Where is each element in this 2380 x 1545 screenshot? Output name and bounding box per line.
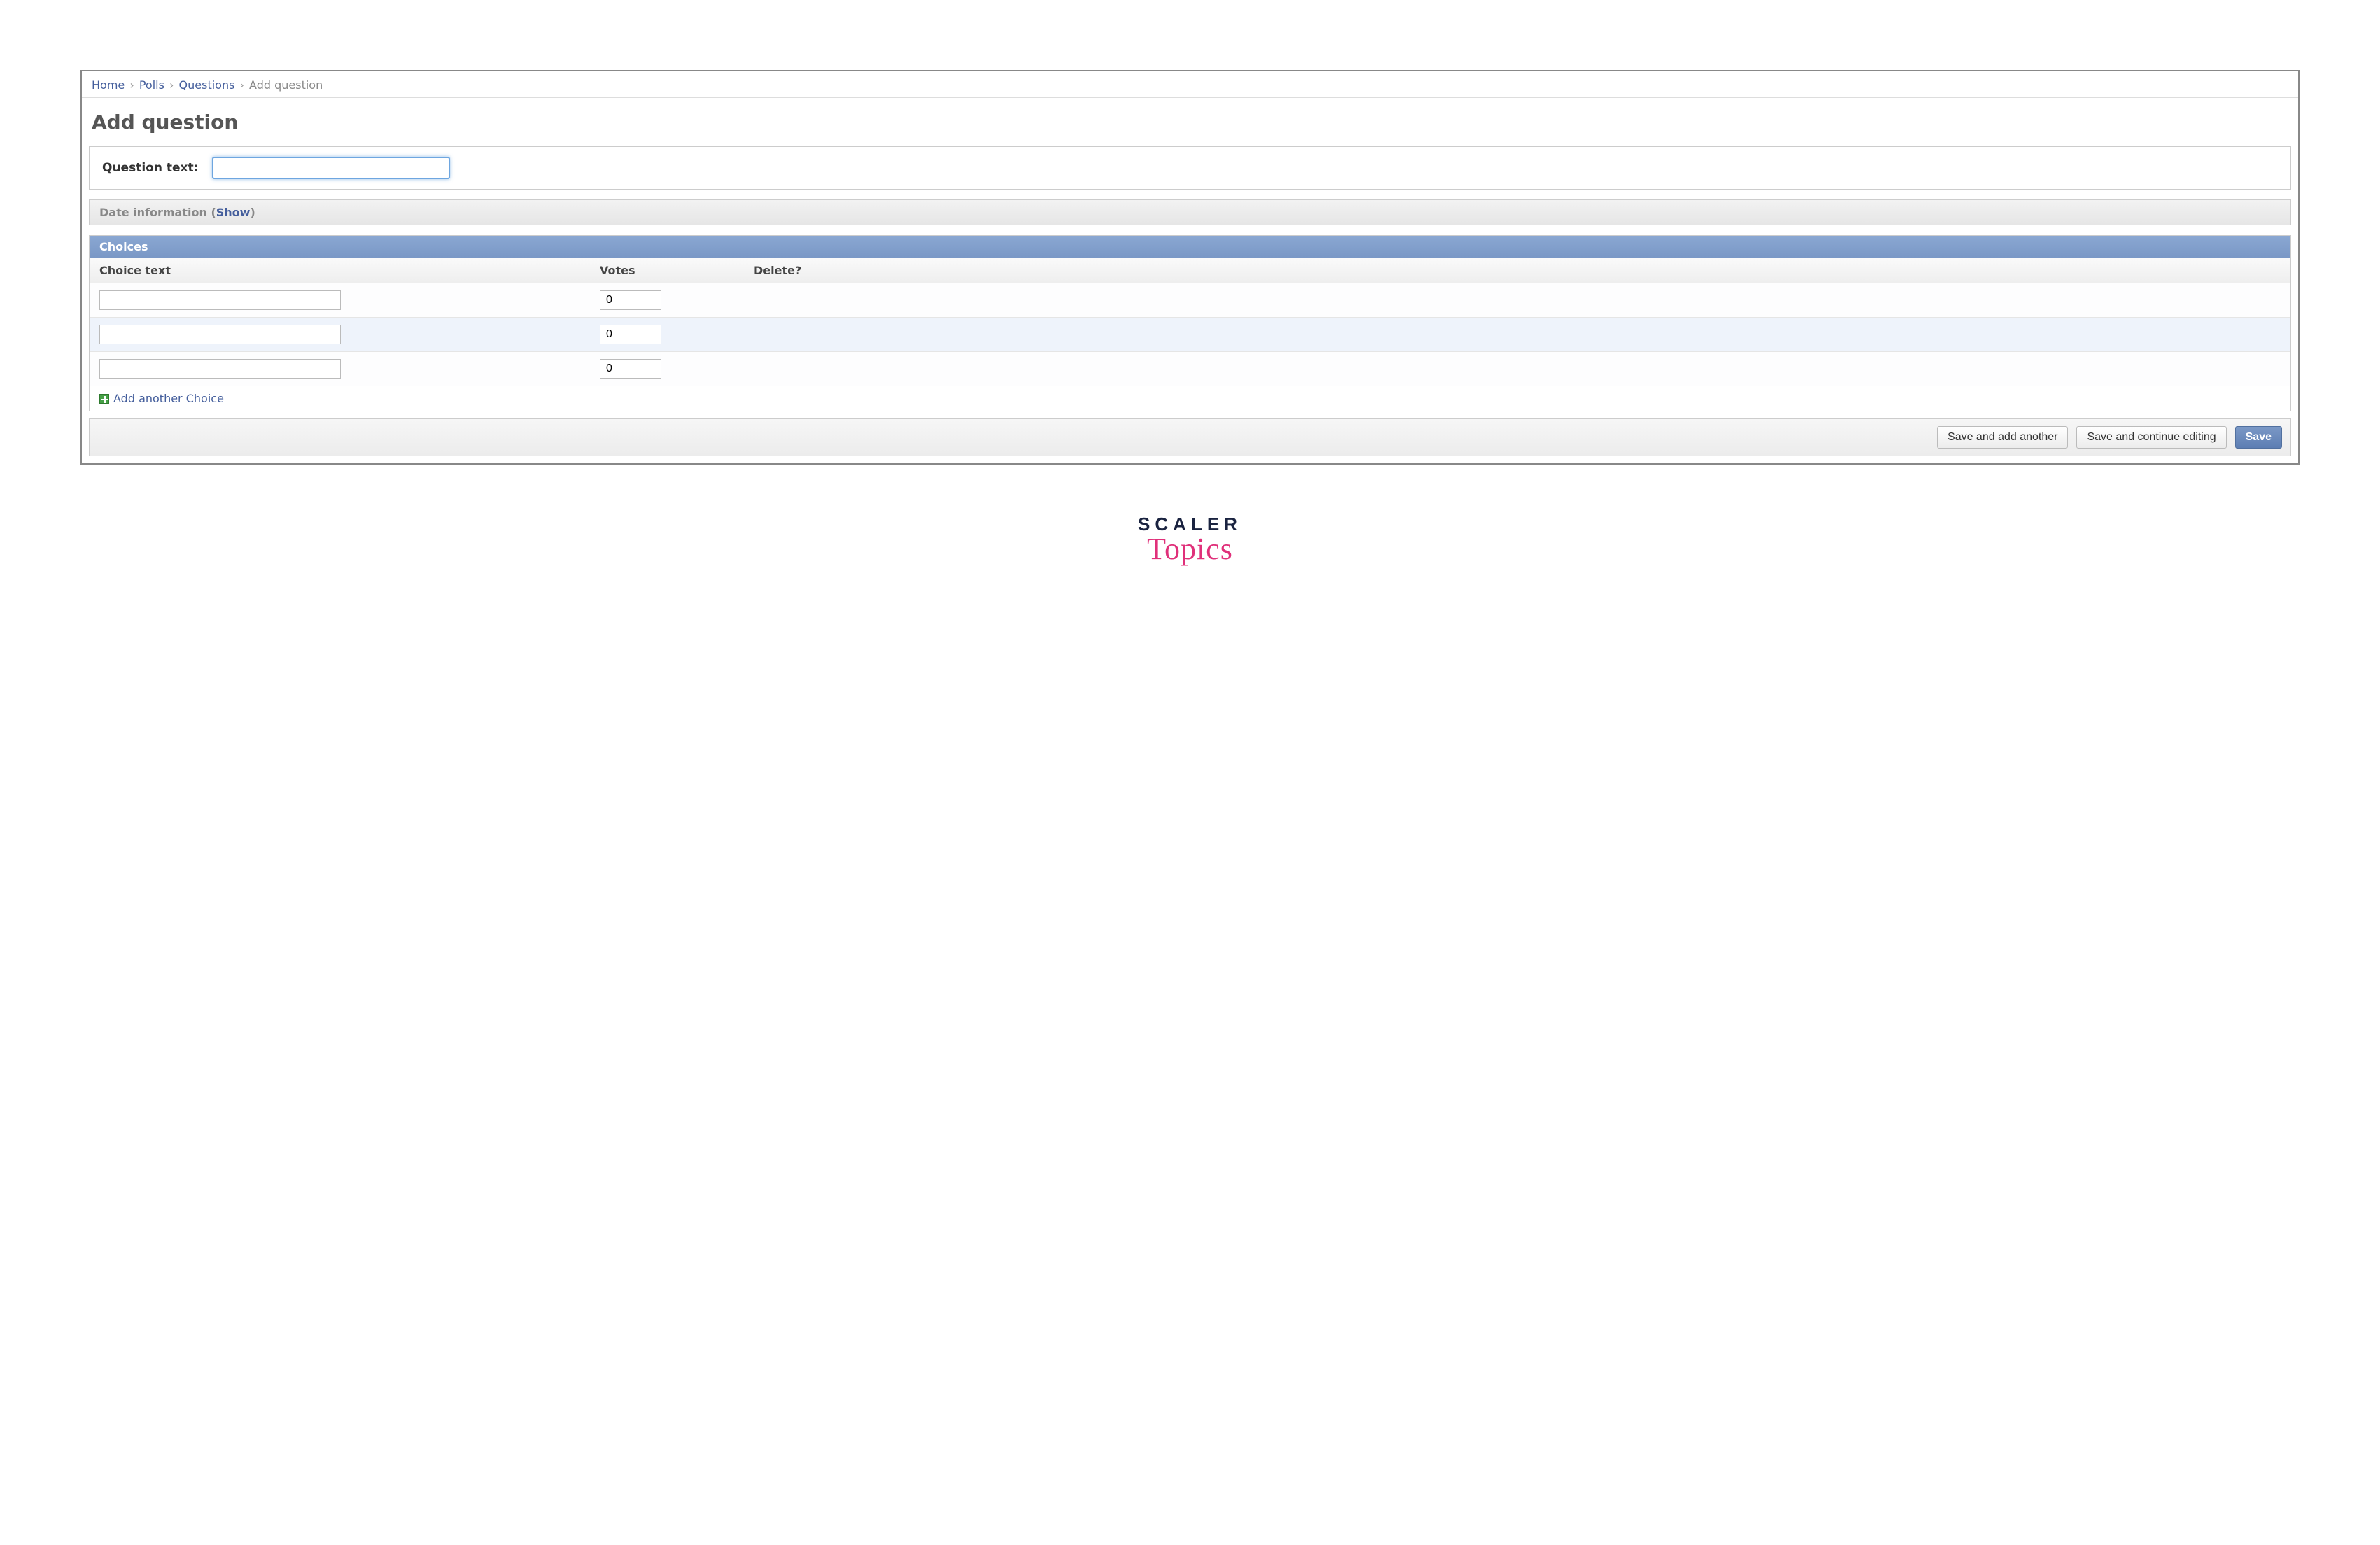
table-row bbox=[90, 318, 2290, 352]
question-text-input[interactable] bbox=[212, 157, 450, 179]
paren-open: ( bbox=[211, 206, 216, 219]
breadcrumb: Home › Polls › Questions › Add question bbox=[82, 71, 2298, 98]
choice-text-input[interactable] bbox=[99, 359, 341, 379]
submit-row: Save and add another Save and continue e… bbox=[89, 418, 2291, 456]
save-button[interactable]: Save bbox=[2235, 426, 2282, 449]
brand-line2: Topics bbox=[80, 531, 2300, 567]
choices-inline-group: Choices Choice text Votes Delete? bbox=[89, 235, 2291, 411]
choices-rows bbox=[90, 283, 2290, 386]
question-text-label: Question text: bbox=[102, 161, 198, 175]
column-votes: Votes bbox=[590, 258, 744, 283]
date-information-toggle[interactable]: Show bbox=[216, 206, 251, 219]
plus-icon bbox=[99, 394, 109, 404]
choice-text-input[interactable] bbox=[99, 290, 341, 310]
save-add-another-button[interactable]: Save and add another bbox=[1937, 426, 2068, 449]
breadcrumb-separator: › bbox=[239, 78, 246, 92]
breadcrumb-questions[interactable]: Questions bbox=[179, 78, 235, 92]
question-text-module: Question text: bbox=[89, 146, 2291, 190]
choices-header: Choices bbox=[90, 236, 2290, 258]
breadcrumb-separator: › bbox=[128, 78, 135, 92]
votes-input[interactable] bbox=[600, 290, 661, 310]
column-delete: Delete? bbox=[744, 258, 2290, 283]
votes-input[interactable] bbox=[600, 325, 661, 344]
page-title: Add question bbox=[92, 111, 2288, 134]
column-choice-text: Choice text bbox=[90, 258, 590, 283]
choices-table-header: Choice text Votes Delete? bbox=[90, 258, 2290, 283]
breadcrumb-separator: › bbox=[168, 78, 175, 92]
question-text-row: Question text: bbox=[90, 147, 2290, 189]
table-row bbox=[90, 283, 2290, 318]
breadcrumb-current: Add question bbox=[249, 78, 323, 92]
breadcrumb-home[interactable]: Home bbox=[92, 78, 125, 92]
admin-panel: Home › Polls › Questions › Add question … bbox=[80, 70, 2300, 465]
breadcrumb-polls[interactable]: Polls bbox=[139, 78, 164, 92]
date-information-fieldset: Date information (Show) bbox=[89, 199, 2291, 225]
choice-text-input[interactable] bbox=[99, 325, 341, 344]
votes-input[interactable] bbox=[600, 359, 661, 379]
paren-close: ) bbox=[250, 206, 255, 219]
date-information-label: Date information bbox=[99, 206, 207, 219]
branding-logo: SCALER Topics bbox=[80, 514, 2300, 567]
table-row bbox=[90, 352, 2290, 386]
add-another-label: Add another Choice bbox=[113, 392, 224, 405]
add-another-choice[interactable]: Add another Choice bbox=[90, 386, 2290, 411]
save-continue-button[interactable]: Save and continue editing bbox=[2076, 426, 2226, 449]
